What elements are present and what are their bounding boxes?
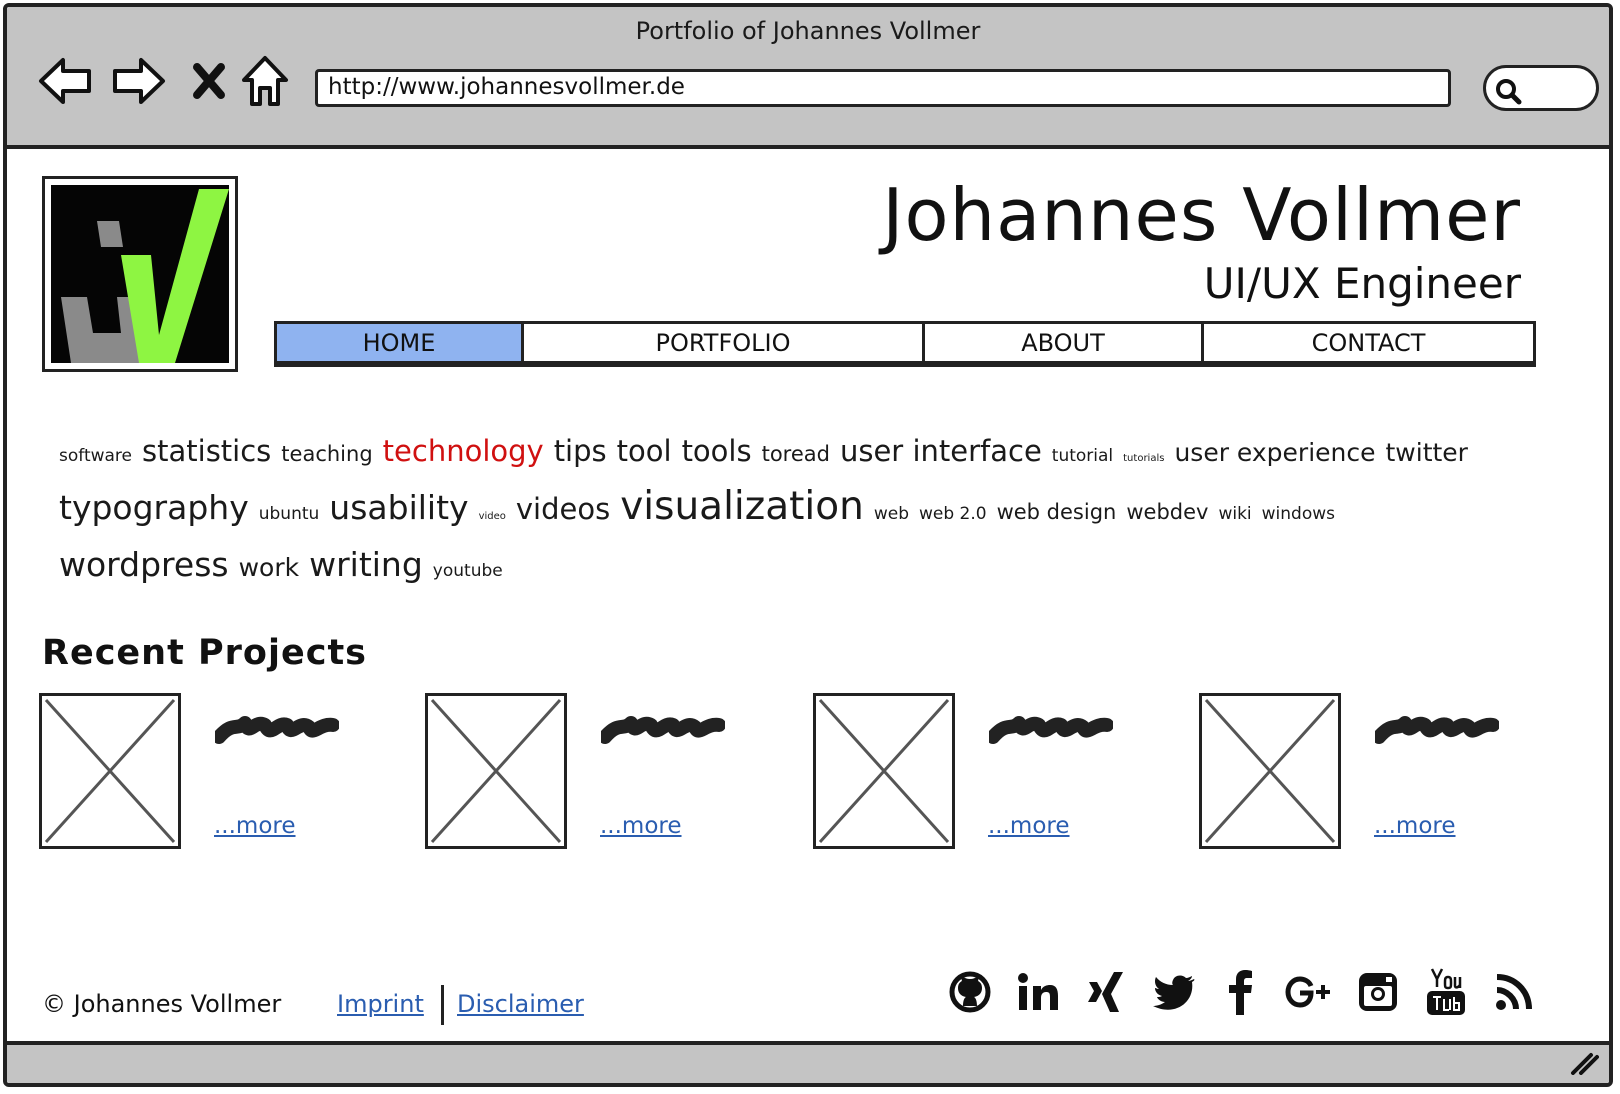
facebook-icon[interactable]	[1217, 967, 1267, 1017]
browser-toolbar: Portfolio of Johannes Vollmer http://www…	[7, 7, 1609, 149]
tag-link[interactable]: twitter	[1386, 429, 1468, 477]
nav-about[interactable]: ABOUT	[925, 324, 1204, 361]
tag-link[interactable]: web	[874, 490, 909, 538]
project-card: ...more	[39, 693, 359, 853]
tag-link[interactable]: windows	[1262, 490, 1335, 538]
search-icon	[1494, 77, 1522, 109]
project-card: ...more	[813, 693, 1133, 853]
project-title-scribble	[1372, 711, 1500, 755]
project-image-placeholder[interactable]	[1199, 693, 1341, 849]
tag-link[interactable]: video	[479, 493, 506, 541]
resize-grip-icon[interactable]	[1569, 1049, 1599, 1079]
window-title: Portfolio of Johannes Vollmer	[635, 17, 981, 45]
tag-link[interactable]: statistics	[142, 427, 271, 475]
tag-link[interactable]: teaching	[281, 430, 372, 478]
browser-window: Portfolio of Johannes Vollmer http://www…	[3, 3, 1613, 1087]
footer-copyright: © Johannes Vollmer	[42, 990, 282, 1018]
tag-link[interactable]: typography	[59, 484, 249, 532]
rss-icon[interactable]	[1489, 967, 1539, 1017]
google-plus-icon[interactable]	[1285, 967, 1335, 1017]
tag-link[interactable]: videos	[516, 485, 610, 533]
nav-home[interactable]: HOME	[277, 324, 524, 361]
github-icon[interactable]	[945, 967, 995, 1017]
imprint-link[interactable]: Imprint	[337, 990, 424, 1018]
jv-logo	[51, 185, 229, 363]
tag-link[interactable]: web design	[997, 488, 1117, 536]
project-more-link[interactable]: ...more	[600, 813, 682, 839]
project-card: ...more	[1199, 693, 1519, 853]
project-more-link[interactable]: ...more	[1374, 813, 1456, 839]
recent-projects-heading: Recent Projects	[42, 633, 368, 673]
tag-link[interactable]: usability	[329, 484, 468, 532]
tag-link[interactable]: technology	[383, 427, 544, 475]
project-title-scribble	[212, 711, 340, 755]
url-input[interactable]: http://www.johannesvollmer.de	[315, 69, 1451, 107]
home-icon[interactable]	[235, 51, 295, 111]
browser-search-input[interactable]	[1483, 65, 1599, 111]
site-subtitle: UI/UX Engineer	[1203, 259, 1521, 308]
tag-link[interactable]: user experience	[1174, 429, 1375, 477]
tag-link[interactable]: writing	[309, 541, 423, 589]
project-more-link[interactable]: ...more	[988, 813, 1070, 839]
site-title: Johannes Vollmer	[882, 173, 1521, 257]
tag-link[interactable]: youtube	[433, 547, 503, 595]
forward-arrow-icon[interactable]	[109, 51, 169, 111]
project-title-scribble	[986, 711, 1114, 755]
tag-link[interactable]: tips	[554, 427, 607, 475]
tag-link[interactable]: visualization	[620, 483, 864, 531]
nav-contact[interactable]: CONTACT	[1204, 324, 1533, 361]
tag-link[interactable]: wiki	[1218, 490, 1251, 538]
project-title-scribble	[598, 711, 726, 755]
project-image-placeholder[interactable]	[39, 693, 181, 849]
instagram-icon[interactable]	[1353, 967, 1403, 1017]
xing-icon[interactable]	[1081, 967, 1131, 1017]
footer-divider	[441, 985, 444, 1025]
tag-link[interactable]: software	[59, 432, 132, 480]
project-image-placeholder[interactable]	[425, 693, 567, 849]
tag-link[interactable]: tools	[682, 427, 752, 475]
tag-link[interactable]: wordpress	[59, 541, 229, 589]
disclaimer-link[interactable]: Disclaimer	[457, 990, 584, 1018]
tag-link[interactable]: tutorials	[1123, 435, 1164, 483]
tag-link[interactable]: tutorial	[1052, 432, 1113, 480]
tag-cloud: software statistics teaching technology tips…	[59, 427, 1499, 595]
back-arrow-icon[interactable]	[35, 51, 95, 111]
tag-link[interactable]: web 2.0	[919, 490, 987, 538]
browser-statusbar	[7, 1041, 1609, 1083]
linkedin-icon[interactable]	[1013, 967, 1063, 1017]
tag-link[interactable]: tool	[617, 427, 672, 475]
project-card: ...more	[425, 693, 745, 853]
twitter-icon[interactable]	[1149, 967, 1199, 1017]
youtube-icon[interactable]	[1421, 967, 1471, 1017]
nav-portfolio[interactable]: PORTFOLIO	[524, 324, 925, 361]
project-image-placeholder[interactable]	[813, 693, 955, 849]
site-logo[interactable]	[42, 176, 238, 372]
main-nav: HOME PORTFOLIO ABOUT CONTACT	[274, 321, 1536, 367]
tag-link[interactable]: ubuntu	[259, 490, 320, 538]
tag-link[interactable]: work	[239, 544, 300, 592]
tag-link[interactable]: webdev	[1126, 488, 1208, 536]
project-more-link[interactable]: ...more	[214, 813, 296, 839]
stop-icon[interactable]	[179, 51, 239, 111]
tag-link[interactable]: toread	[762, 430, 830, 478]
tag-link[interactable]: user interface	[840, 427, 1042, 475]
